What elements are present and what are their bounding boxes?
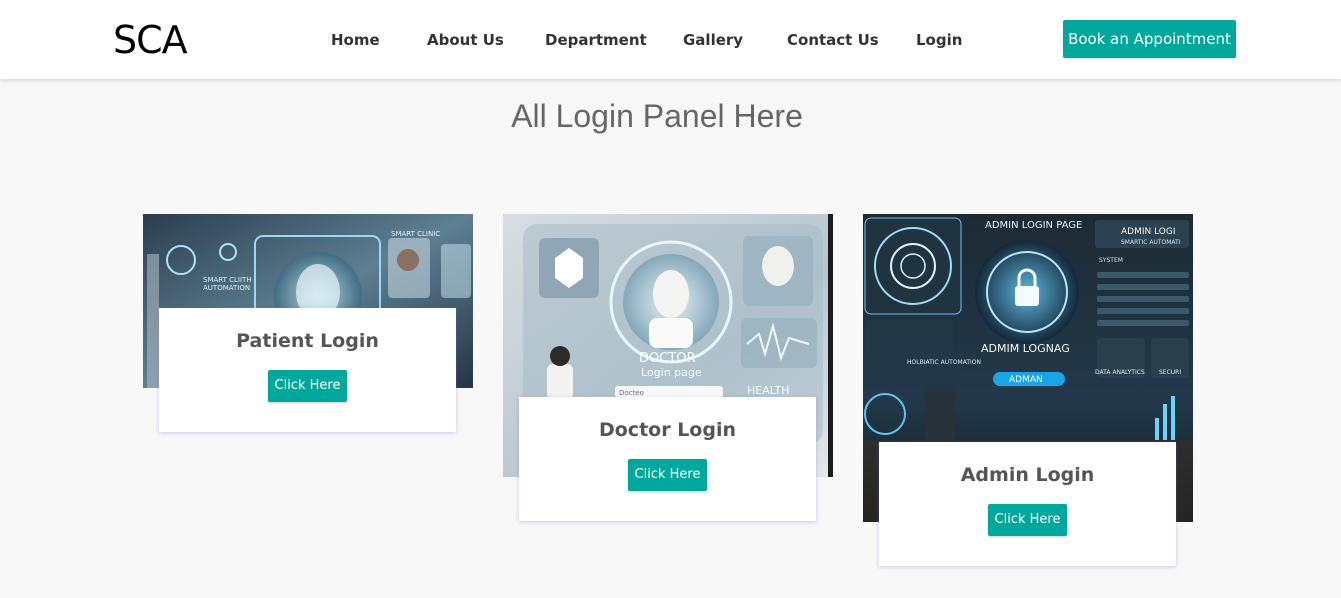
admin-image-text-2: ADMIN LOGI [1121, 227, 1176, 237]
nav-about-us[interactable]: About Us [427, 30, 504, 50]
patient-image-text-1: SMART CLINIC [391, 230, 440, 238]
admin-image-text-8: HOLBIATIC AUTOMATION [907, 359, 981, 366]
doctor-image-text-1: DOCTOR [639, 351, 696, 366]
admin-image-text-5: ADMAN [1009, 375, 1043, 385]
patient-image-text-2: SMART CLIITH [203, 276, 252, 284]
logo[interactable]: SCA [113, 20, 188, 60]
site-header: SCA Home About Us Department Gallery Con… [0, 0, 1341, 79]
admin-image-text-6: DATA ANALYTICS [1095, 369, 1145, 376]
doctor-image-text-2: Login page [641, 366, 702, 379]
admin-login-button[interactable]: Click Here [988, 504, 1067, 536]
page-title: All Login Panel Here [511, 98, 803, 134]
book-appointment-button[interactable]: Book an Appointment [1063, 20, 1236, 58]
doctor-login-button[interactable]: Click Here [628, 459, 707, 491]
patient-login-button[interactable]: Click Here [268, 370, 347, 402]
nav-home[interactable]: Home [331, 30, 380, 50]
admin-login-card: Admin Login Click Here [879, 442, 1176, 566]
doctor-image-text-4: Docteo [619, 389, 644, 397]
admin-image-text-1: ADMIN LOGIN PAGE [985, 220, 1082, 231]
nav-contact-us[interactable]: Contact Us [787, 30, 879, 50]
nav-gallery[interactable]: Gallery [683, 30, 743, 50]
nav-login[interactable]: Login [916, 30, 962, 50]
doctor-image-text-3: HEALTH [747, 384, 789, 397]
doctor-login-card: Doctor Login Click Here [519, 397, 816, 521]
admin-image-text-7: SYSTEM [1099, 257, 1123, 264]
admin-image-text-3: SMARTIC AUTOMATI [1121, 239, 1181, 246]
nav-department[interactable]: Department [545, 30, 647, 50]
patient-login-card: Patient Login Click Here [159, 308, 456, 432]
admin-login-title: Admin Login [960, 464, 1095, 486]
patient-login-title: Patient Login [236, 330, 379, 352]
admin-image-text-4: ADMIM LOGNAG [981, 342, 1070, 355]
doctor-login-title: Doctor Login [598, 419, 736, 441]
admin-image-text-9: SECURI [1159, 369, 1181, 376]
patient-image-text-3: AUTOMATION [203, 284, 250, 292]
